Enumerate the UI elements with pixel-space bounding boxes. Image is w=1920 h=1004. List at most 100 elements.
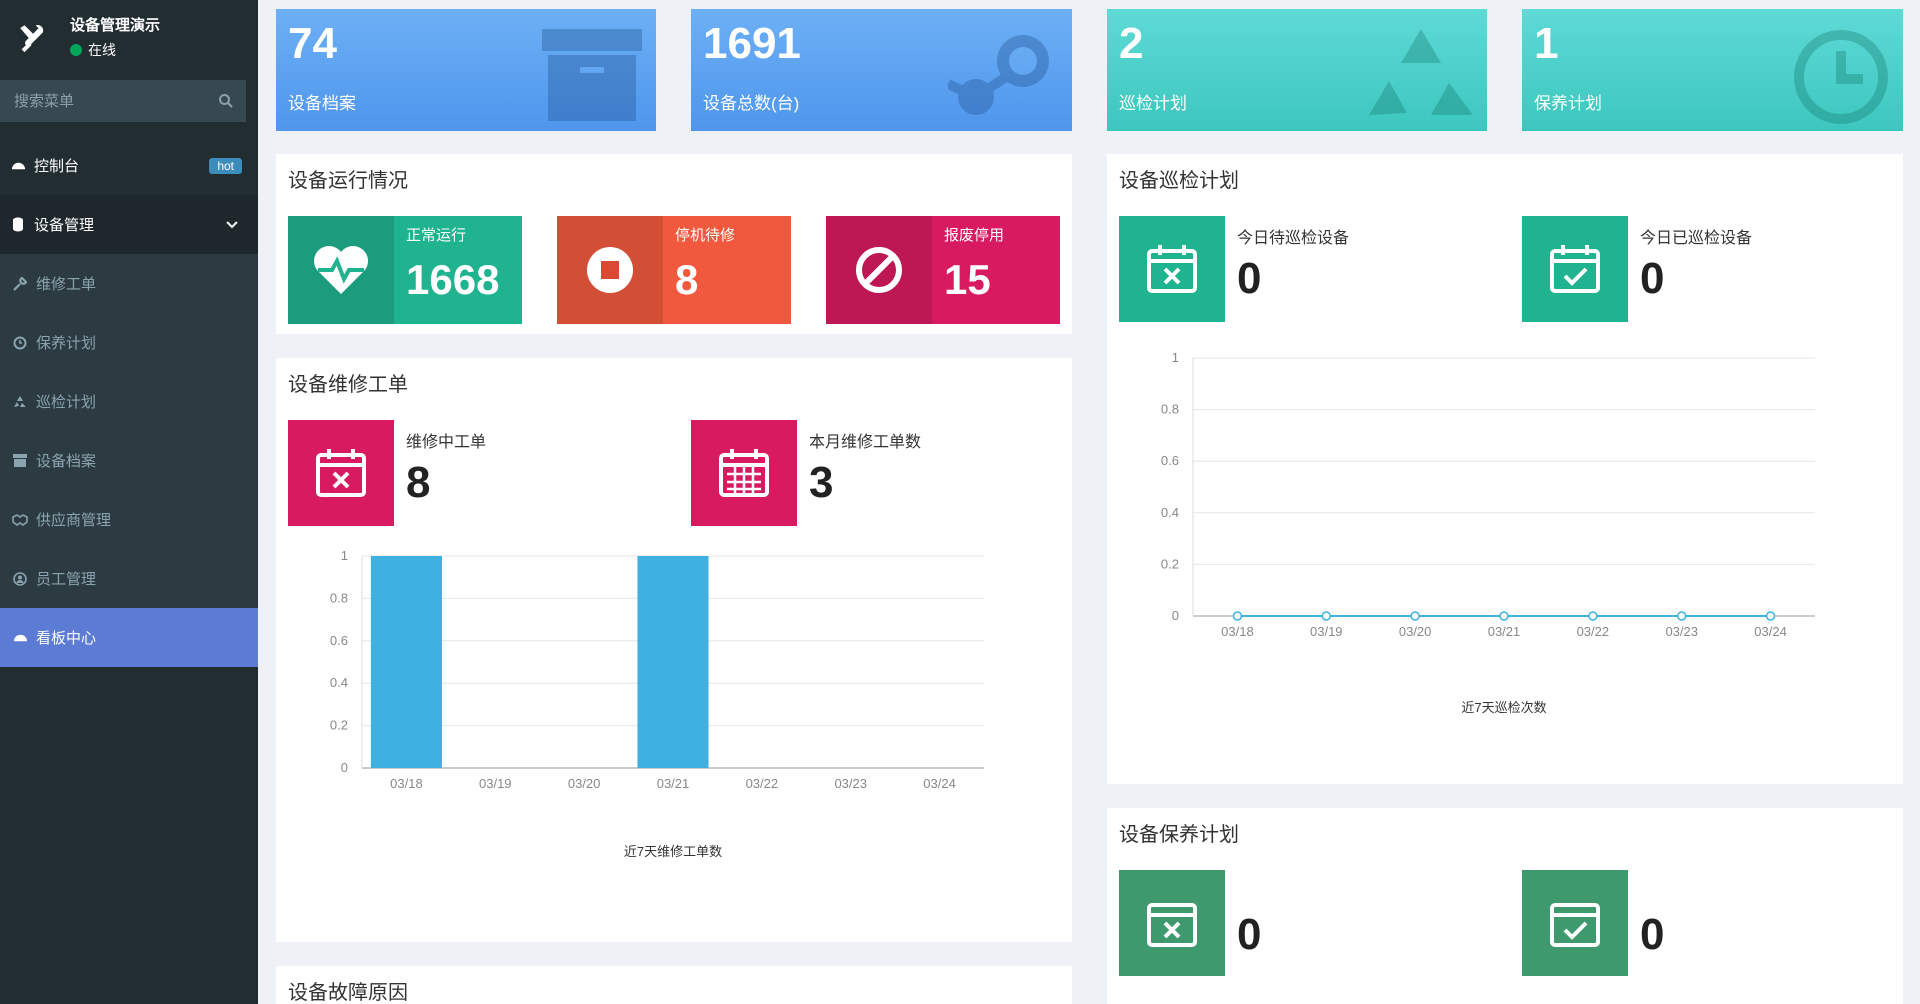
sidebar-item-device-archive[interactable]: 设备档案 bbox=[0, 431, 258, 490]
sidebar-item-label: 看板中心 bbox=[36, 630, 97, 647]
stat-value: 1691 bbox=[703, 19, 801, 68]
inspection-line-chart: 0 0.2 0.4 0.6 0.8 1 03/18 03/19 03/20 03/21 03/22 0… bbox=[1161, 350, 1815, 715]
repair-bar-chart: 0 0.2 0.4 0.6 0.8 1 03/18 03/19 03/20 03/21 03/22 0… bbox=[330, 548, 984, 859]
x-tick-label: 03/18 bbox=[1221, 624, 1254, 639]
stat-value: 2 bbox=[1119, 19, 1144, 68]
x-tick-label: 03/24 bbox=[923, 776, 956, 791]
x-tick-label: 03/20 bbox=[1399, 624, 1432, 639]
sidebar-item-staff-management[interactable]: 员工管理 bbox=[0, 549, 258, 608]
dashboard-icon bbox=[12, 630, 28, 646]
stat-value: 74 bbox=[288, 19, 337, 68]
panel-device-running: 设备运行情况 正常运行 1668 停机待修 8 报废停用 15 bbox=[276, 154, 1072, 334]
calendar-x-icon bbox=[1119, 870, 1225, 976]
sidebar-item-label: 控制台 bbox=[34, 158, 80, 175]
ban-icon bbox=[826, 216, 932, 324]
stat-label: 设备档案 bbox=[288, 94, 356, 113]
card-label: 今日待巡检设备 bbox=[1237, 230, 1350, 247]
status-dot-icon bbox=[70, 44, 82, 56]
database-icon bbox=[10, 217, 26, 233]
inspection-done-card[interactable]: 今日已巡检设备 0 bbox=[1522, 216, 1902, 322]
x-axis-label: 近7天巡检次数 bbox=[1461, 700, 1546, 715]
data-point bbox=[1232, 611, 1243, 621]
tools-icon bbox=[10, 15, 56, 61]
sidebar-item-label: 巡检计划 bbox=[36, 394, 97, 411]
heartbeat-icon bbox=[288, 216, 394, 324]
panel-fault-reasons: 设备故障原因 bbox=[276, 966, 1072, 1004]
x-tick-label: 03/18 bbox=[390, 776, 423, 791]
dashboard-icon bbox=[10, 158, 26, 174]
stat-card-device-archive[interactable]: 74 设备档案 bbox=[276, 9, 656, 131]
sidebar-item-supplier-management[interactable]: 供应商管理 bbox=[0, 490, 258, 549]
x-axis-label: 近7天维修工单数 bbox=[624, 844, 722, 859]
stat-card-inspection-plan[interactable]: 2 巡检计划 bbox=[1107, 9, 1487, 131]
running-stopped-card[interactable]: 停机待修 8 bbox=[557, 216, 791, 324]
clock-icon bbox=[1793, 29, 1889, 130]
card-value: 1668 bbox=[406, 256, 500, 303]
card-value: 0 bbox=[1237, 910, 1262, 959]
stat-card-device-total[interactable]: 1691 设备总数(台) bbox=[691, 9, 1072, 131]
card-value: 8 bbox=[406, 458, 431, 507]
sidebar-item-label: 员工管理 bbox=[36, 571, 97, 588]
sidebar-item-board-center[interactable]: 看板中心 bbox=[0, 608, 258, 667]
stat-label: 巡检计划 bbox=[1119, 94, 1187, 113]
card-label: 报废停用 bbox=[944, 227, 1005, 244]
search-icon[interactable] bbox=[218, 93, 234, 109]
data-point bbox=[1588, 611, 1598, 621]
card-label: 维修中工单 bbox=[406, 434, 487, 451]
calendar-grid-icon bbox=[691, 420, 797, 526]
data-point bbox=[1321, 611, 1332, 621]
stat-card-maintenance-plan[interactable]: 1 保养计划 bbox=[1522, 9, 1903, 131]
handshake-icon bbox=[12, 512, 28, 528]
repair-month-card[interactable]: 本月维修工单数 3 bbox=[691, 420, 1071, 526]
menu-search-input[interactable] bbox=[14, 92, 218, 110]
calendar-x-icon bbox=[1119, 216, 1225, 322]
y-tick-label: 0.2 bbox=[1161, 556, 1179, 571]
bar bbox=[370, 556, 442, 768]
card-label: 停机待修 bbox=[675, 227, 736, 244]
hot-badge: hot bbox=[209, 157, 242, 174]
inspection-pending-card[interactable]: 今日待巡检设备 0 bbox=[1119, 216, 1499, 322]
recycle-icon bbox=[1369, 29, 1473, 131]
status-text: 在线 bbox=[88, 42, 116, 58]
repair-in-progress-card[interactable]: 维修中工单 8 bbox=[288, 420, 668, 526]
y-tick-label: 0.6 bbox=[330, 633, 348, 648]
sidebar-item-label: 设备档案 bbox=[36, 453, 97, 470]
panel-inspection-plan: 设备巡检计划 今日待巡检设备 0 今日已巡检设备 0 0 0.2 0.4 0.6 0.8… bbox=[1107, 154, 1903, 784]
data-point bbox=[1676, 611, 1687, 621]
maintenance-done-card[interactable]: 0 bbox=[1522, 870, 1902, 976]
panel-title: 设备维修工单 bbox=[288, 374, 408, 396]
sidebar-item-repair-orders[interactable]: 维修工单 bbox=[0, 254, 258, 313]
y-tick-label: 0.4 bbox=[1161, 505, 1179, 520]
y-tick-label: 0 bbox=[341, 760, 348, 775]
calendar-x-icon bbox=[288, 420, 394, 526]
user-icon bbox=[12, 571, 28, 587]
x-tick-label: 03/24 bbox=[1754, 624, 1787, 639]
sidebar-item-maintenance-plan[interactable]: 保养计划 bbox=[0, 313, 258, 372]
sidebar-item-device-management[interactable]: 设备管理 bbox=[0, 195, 258, 254]
maintenance-pending-card[interactable]: 0 bbox=[1119, 870, 1499, 976]
y-tick-label: 1 bbox=[1172, 350, 1179, 365]
archive-box-icon bbox=[542, 29, 642, 126]
sidebar: 设备管理演示 在线 控制台 hot 设备管理 维修工单 保养计划 bbox=[0, 0, 258, 1004]
y-tick-label: 0.6 bbox=[1161, 453, 1179, 468]
calendar-check-icon bbox=[1522, 870, 1628, 976]
card-value: 15 bbox=[944, 256, 991, 303]
running-scrapped-card[interactable]: 报废停用 15 bbox=[826, 216, 1060, 324]
x-tick-label: 03/23 bbox=[1665, 624, 1698, 639]
panel-repair-orders: 设备维修工单 维修中工单 8 本月维修工单数 3 0 0.2 0.4 0.6 0.8 1 0… bbox=[276, 358, 1072, 942]
y-tick-label: 0.8 bbox=[1161, 402, 1179, 417]
clock-icon bbox=[12, 335, 28, 351]
panel-title: 设备故障原因 bbox=[288, 982, 408, 1004]
data-point bbox=[1765, 611, 1776, 621]
y-tick-label: 1 bbox=[341, 548, 348, 563]
card-label: 今日已巡检设备 bbox=[1640, 230, 1753, 247]
sidebar-item-dashboard[interactable]: 控制台 hot bbox=[0, 136, 258, 195]
running-normal-card[interactable]: 正常运行 1668 bbox=[288, 216, 522, 324]
card-value: 0 bbox=[1640, 910, 1665, 959]
sidebar-item-inspection-plan[interactable]: 巡检计划 bbox=[0, 372, 258, 431]
online-status: 在线 bbox=[70, 40, 160, 60]
archive-icon bbox=[12, 453, 28, 469]
stat-label: 保养计划 bbox=[1534, 94, 1602, 113]
user-panel: 设备管理演示 在线 bbox=[0, 0, 258, 76]
sidebar-menu: 控制台 hot 设备管理 维修工单 保养计划 巡检计划 设备档案 供应商管理 员… bbox=[0, 136, 258, 667]
